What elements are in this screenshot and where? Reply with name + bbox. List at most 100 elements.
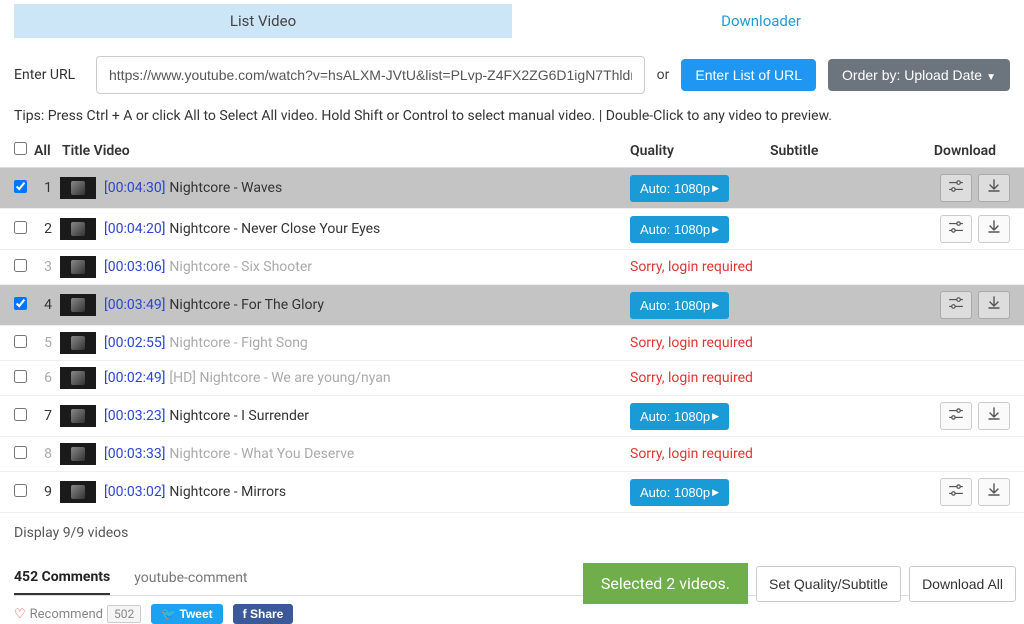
settings-button[interactable] — [940, 215, 972, 243]
row-checkbox[interactable] — [14, 335, 27, 348]
row-number: 9 — [38, 484, 52, 500]
row-number: 1 — [38, 180, 52, 196]
all-header[interactable]: All — [34, 143, 62, 159]
table-row[interactable]: 7[00:03:23] Nightcore - I SurrenderAuto:… — [0, 396, 1024, 437]
row-number: 6 — [38, 370, 52, 386]
chevron-down-icon: ▼ — [986, 72, 996, 83]
video-title: Nightcore - Fight Song — [169, 335, 307, 351]
quality-button[interactable]: Auto: 1080p ▶ — [630, 216, 729, 243]
table-row[interactable]: 1 [00:04:30] Nightcore - Waves Auto: 1080p… — [0, 168, 1024, 209]
selected-videos-banner: Selected 2 videos. — [583, 563, 748, 604]
video-title: Nightcore - What You Deserve — [169, 446, 354, 462]
video-thumbnail[interactable] — [60, 405, 96, 427]
row-number: 3 — [38, 259, 52, 275]
sliders-icon — [948, 484, 964, 500]
quality-header: Quality — [630, 143, 770, 159]
quality-button[interactable]: Auto: 1080p ▶ — [630, 479, 729, 506]
play-icon: ▶ — [712, 224, 719, 235]
twitter-icon: 🐦 — [161, 607, 176, 621]
play-icon: ▶ — [712, 411, 719, 422]
enter-url-label: Enter URL — [14, 67, 84, 83]
video-duration: [00:02:49] — [104, 370, 165, 386]
row-checkbox[interactable] — [14, 446, 27, 459]
video-thumbnail[interactable] — [60, 367, 96, 389]
row-checkbox[interactable] — [14, 408, 27, 421]
video-thumbnail[interactable] — [60, 332, 96, 354]
row-checkbox[interactable] — [14, 259, 27, 272]
recommend-button[interactable]: ♡ Recommend 502 — [14, 605, 141, 623]
title-header: Title Video — [62, 143, 630, 159]
row-checkbox[interactable] — [14, 370, 27, 383]
or-text: or — [657, 67, 670, 83]
table-row[interactable]: 5 [00:02:55] Nightcore - Fight Song Sorry,… — [0, 326, 1024, 361]
video-duration: [00:04:20] — [104, 221, 165, 237]
video-title: Nightcore - Six Shooter — [169, 259, 312, 275]
video-duration: [00:04:30] — [104, 180, 165, 196]
quality-button[interactable]: Auto: 1080p ▶ — [630, 403, 729, 430]
settings-button[interactable] — [940, 402, 972, 430]
login-required-text: Sorry, login required — [630, 370, 753, 386]
facebook-icon: f — [243, 607, 247, 621]
download-button[interactable] — [978, 174, 1010, 202]
row-number: 4 — [38, 297, 52, 313]
download-button[interactable] — [978, 402, 1010, 430]
select-all-checkbox[interactable] — [14, 142, 27, 155]
sliders-icon — [948, 221, 964, 237]
quality-button[interactable]: Auto: 1080p ▶ — [630, 175, 729, 202]
order-by-button[interactable]: Order by: Upload Date▼ — [828, 59, 1010, 91]
row-checkbox[interactable] — [14, 484, 27, 497]
download-icon — [987, 179, 1001, 197]
video-title: Nightcore - Never Close Your Eyes — [169, 221, 380, 237]
share-button[interactable]: f Share — [233, 604, 294, 624]
video-duration: [00:03:49] — [104, 297, 165, 313]
settings-button[interactable] — [940, 174, 972, 202]
video-thumbnail[interactable] — [60, 177, 96, 199]
heart-icon: ♡ — [14, 607, 26, 622]
video-title: Nightcore - Waves — [169, 180, 282, 196]
table-row[interactable]: 8[00:03:33] Nightcore - What You Deserve… — [0, 437, 1024, 472]
table-row[interactable]: 3[00:03:06] Nightcore - Six ShooterSorry… — [0, 250, 1024, 285]
video-thumbnail[interactable] — [60, 294, 96, 316]
video-thumbnail[interactable] — [60, 443, 96, 465]
set-quality-button[interactable]: Set Quality/Subtitle — [756, 566, 901, 602]
download-button[interactable] — [978, 291, 1010, 319]
video-duration: [00:03:23] — [104, 408, 165, 424]
video-thumbnail[interactable] — [60, 481, 96, 503]
enter-list-button[interactable]: Enter List of URL — [681, 59, 816, 91]
download-button[interactable] — [978, 215, 1010, 243]
quality-button[interactable]: Auto: 1080p ▶ — [630, 292, 729, 319]
recommend-count: 502 — [107, 605, 141, 623]
youtube-comment-tab[interactable]: youtube-comment — [134, 570, 247, 594]
row-checkbox[interactable] — [14, 297, 27, 310]
settings-button[interactable] — [940, 291, 972, 319]
download-button[interactable] — [978, 478, 1010, 506]
video-duration: [00:02:55] — [104, 335, 165, 351]
video-duration: [00:03:02] — [104, 484, 165, 500]
video-thumbnail[interactable] — [60, 256, 96, 278]
download-icon — [987, 296, 1001, 314]
row-checkbox[interactable] — [14, 221, 27, 234]
tab-downloader[interactable]: Downloader — [512, 4, 1010, 38]
video-title: [HD] Nightcore - We are young/nyan — [169, 370, 390, 386]
video-title: Nightcore - For The Glory — [169, 297, 324, 313]
login-required-text: Sorry, login required — [630, 335, 753, 351]
url-input[interactable] — [96, 56, 645, 94]
download-all-button[interactable]: Download All — [909, 566, 1016, 602]
video-thumbnail[interactable] — [60, 218, 96, 240]
settings-button[interactable] — [940, 478, 972, 506]
tab-list-video[interactable]: List Video — [14, 4, 512, 38]
table-header: All Title Video Quality Subtitle Downloa… — [0, 134, 1024, 168]
row-number: 2 — [38, 221, 52, 237]
table-row[interactable]: 2 [00:04:20] Nightcore - Never Close Your… — [0, 209, 1024, 250]
play-icon: ▶ — [712, 300, 719, 311]
tips-text: Tips: Press Ctrl + A or click All to Sel… — [14, 108, 1010, 124]
table-row[interactable]: 4 [00:03:49] Nightcore - For The Glory Aut… — [0, 285, 1024, 326]
tweet-button[interactable]: 🐦 Tweet — [151, 604, 222, 624]
row-number: 5 — [38, 335, 52, 351]
play-icon: ▶ — [712, 183, 719, 194]
display-count: Display 9/9 videos — [14, 525, 1010, 541]
table-row[interactable]: 9[00:03:02] Nightcore - MirrorsAuto: 108… — [0, 472, 1024, 513]
table-row[interactable]: 6 [00:02:49] [HD] Nightcore - We are youn… — [0, 361, 1024, 396]
comments-count-tab[interactable]: 452 Comments — [14, 569, 110, 595]
row-checkbox[interactable] — [14, 180, 27, 193]
